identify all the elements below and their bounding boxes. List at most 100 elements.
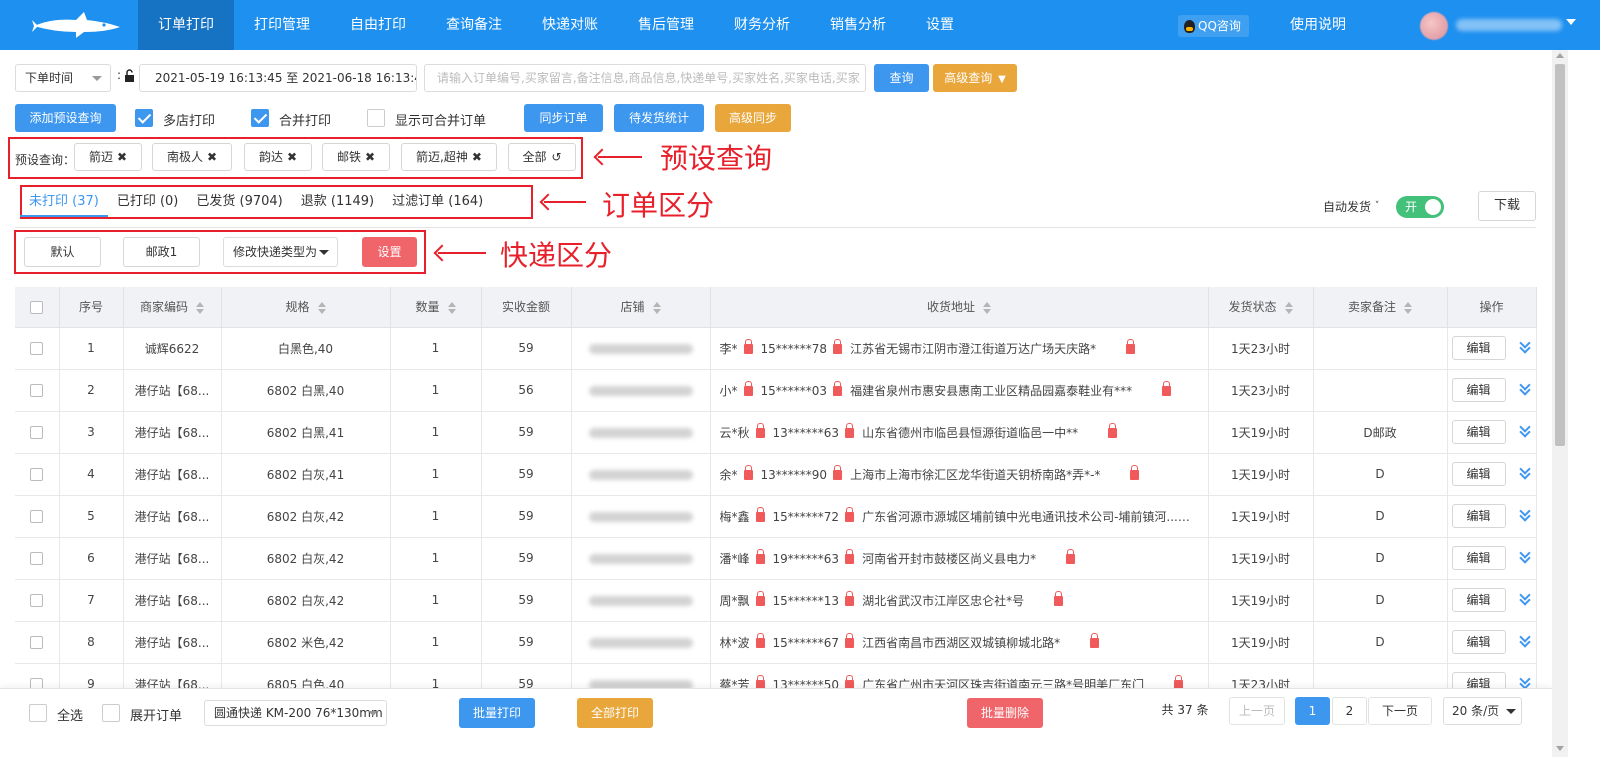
edit-button[interactable]: 编辑 <box>1451 462 1506 486</box>
expand-chevron-icon[interactable] <box>1518 550 1532 564</box>
header-ship-status[interactable]: 发货状态 <box>1208 287 1314 328</box>
header-address[interactable]: 收货地址 <box>710 287 1209 328</box>
nav-settings[interactable]: 设置 <box>906 0 974 50</box>
lock-icon[interactable] <box>845 548 855 564</box>
expand-chevron-icon[interactable] <box>1518 340 1532 354</box>
sort-icon[interactable] <box>317 301 326 314</box>
edit-button[interactable]: 编辑 <box>1451 504 1506 528</box>
advanced-query-button[interactable]: 高级查询 ▼ <box>933 64 1017 92</box>
lock-icon[interactable] <box>755 422 765 438</box>
footer-select-all-checkbox[interactable] <box>29 704 47 722</box>
nav-sales[interactable]: 销售分析 <box>810 0 906 50</box>
row-checkbox-cell[interactable] <box>15 621 60 664</box>
advanced-sync-button[interactable]: 高级同步 <box>715 104 791 132</box>
row-checkbox-cell[interactable] <box>15 411 60 454</box>
lock-icon[interactable] <box>1108 422 1118 438</box>
pending-stats-button[interactable]: 待发货统计 <box>614 104 704 132</box>
unlock-icon[interactable] <box>124 69 136 83</box>
tab-printed[interactable]: 已打印 (0) <box>108 187 188 217</box>
lock-icon[interactable] <box>743 338 753 354</box>
table-row[interactable]: 4 港仔站【68... 6802 白灰,41 1 59 余* 13******90 上海市上海… <box>15 453 1537 496</box>
express-default-button[interactable]: 默认 <box>24 237 101 267</box>
next-page-button[interactable]: 下一页 <box>1368 697 1432 725</box>
nav-express-reconcile[interactable]: 快递对账 <box>522 0 618 50</box>
row-checkbox-cell[interactable] <box>15 327 60 370</box>
table-row[interactable]: 7 港仔站【68... 6802 白灰,42 1 59 周*飘 15******13 湖北省武… <box>15 579 1537 622</box>
select-all-checkbox[interactable] <box>30 300 44 314</box>
header-qty[interactable]: 数量 <box>390 287 482 328</box>
print-all-button[interactable]: 全部打印 <box>577 698 653 728</box>
close-icon[interactable]: ✖ <box>365 150 375 164</box>
tab-filtered[interactable]: 过滤订单 (164) <box>383 187 492 217</box>
edit-button[interactable]: 编辑 <box>1451 546 1506 570</box>
edit-button[interactable]: 编辑 <box>1451 336 1506 360</box>
lock-icon[interactable] <box>743 380 753 396</box>
preset-all-button[interactable]: 全部 ↺ <box>508 143 576 171</box>
row-checkbox[interactable] <box>30 426 44 439</box>
header-store[interactable]: 店铺 <box>571 287 711 328</box>
row-checkbox-cell[interactable] <box>15 579 60 622</box>
lock-icon[interactable] <box>845 632 855 648</box>
lock-icon[interactable] <box>833 338 843 354</box>
preset-tag[interactable]: 邮铁 ✖ <box>322 143 390 171</box>
prev-page-button[interactable]: 上一页 <box>1229 697 1285 725</box>
edit-button[interactable]: 编辑 <box>1451 630 1506 654</box>
add-preset-query-button[interactable]: 添加预设查询 <box>15 104 116 132</box>
edit-button[interactable]: 编辑 <box>1451 378 1506 402</box>
lock-icon[interactable] <box>845 590 855 606</box>
lock-icon[interactable] <box>1090 632 1100 648</box>
close-icon[interactable]: ✖ <box>287 150 297 164</box>
nav-order-print[interactable]: 订单打印 <box>138 0 234 50</box>
row-checkbox[interactable] <box>30 342 44 355</box>
nav-free-print[interactable]: 自由打印 <box>330 0 426 50</box>
avatar[interactable] <box>1420 12 1448 40</box>
tab-refund[interactable]: 退款 (1149) <box>292 187 383 217</box>
sort-icon[interactable] <box>983 301 991 314</box>
modify-express-type-select[interactable]: 修改快递类型为 <box>223 237 338 267</box>
row-checkbox-cell[interactable] <box>15 369 60 412</box>
lock-icon[interactable] <box>755 632 765 648</box>
sort-icon[interactable] <box>1404 301 1412 314</box>
lock-icon[interactable] <box>1162 380 1172 396</box>
edit-button[interactable]: 编辑 <box>1451 420 1506 444</box>
lock-icon[interactable] <box>1126 338 1136 354</box>
username-blurred[interactable] <box>1456 19 1562 31</box>
table-row[interactable]: 2 港仔站【68... 6802 白黑,40 1 56 小* 15******03 福建省泉州… <box>15 369 1537 412</box>
table-row[interactable]: 3 港仔站【68... 6802 白黑,41 1 59 云*秋 13******63 山东省德… <box>15 411 1537 454</box>
header-spec[interactable]: 规格 <box>221 287 391 328</box>
scroll-down-arrow-icon[interactable] <box>1556 746 1564 751</box>
lock-icon[interactable] <box>845 506 855 522</box>
row-checkbox[interactable] <box>30 636 44 649</box>
query-button[interactable]: 查询 <box>874 64 929 92</box>
table-row[interactable]: 8 港仔站【68... 6802 米色,42 1 59 林*波 15******67 江西省南… <box>15 621 1537 664</box>
header-merchant-code[interactable]: 商家编码 <box>123 287 222 328</box>
row-checkbox[interactable] <box>30 594 44 607</box>
table-row[interactable]: 5 港仔站【68... 6802 白灰,42 1 59 梅*鑫 15******72 广东省河… <box>15 495 1537 538</box>
row-checkbox[interactable] <box>30 468 44 481</box>
close-icon[interactable]: ✖ <box>207 150 217 164</box>
search-input[interactable]: 请输入订单编号,买家留言,备注信息,商品信息,快递单号,买家姓名,买家电话,买家 <box>424 64 866 92</box>
show-mergeable-checkbox[interactable] <box>367 109 385 127</box>
preset-tag[interactable]: 南极人 ✖ <box>152 143 232 171</box>
row-checkbox-cell[interactable] <box>15 453 60 496</box>
page-1-button[interactable]: 1 <box>1295 697 1330 725</box>
sort-icon[interactable] <box>1284 301 1293 314</box>
expand-chevron-icon[interactable] <box>1518 424 1532 438</box>
expand-chevron-icon[interactable] <box>1518 466 1532 480</box>
expand-chevron-icon[interactable] <box>1518 634 1532 648</box>
lock-icon[interactable] <box>755 548 765 564</box>
lock-icon[interactable] <box>743 464 753 480</box>
lock-icon[interactable] <box>1130 464 1140 480</box>
lock-icon[interactable] <box>845 422 855 438</box>
expand-chevron-icon[interactable] <box>1518 592 1532 606</box>
batch-print-button[interactable]: 批量打印 <box>459 698 535 728</box>
table-row[interactable]: 6 港仔站【68... 6802 白灰,42 1 59 潘*峰 19******63 河南省开… <box>15 537 1537 580</box>
express-set-button[interactable]: 设置 <box>362 237 417 267</box>
scrollbar-thumb[interactable] <box>1555 64 1565 446</box>
qq-consult-button[interactable]: QQ咨询 <box>1178 15 1249 37</box>
help-link[interactable]: 使用说明 <box>1290 0 1346 50</box>
expand-chevron-icon[interactable] <box>1518 382 1532 396</box>
row-checkbox-cell[interactable] <box>15 537 60 580</box>
row-checkbox[interactable] <box>30 510 44 523</box>
user-menu-caret-icon[interactable] <box>1566 19 1576 25</box>
